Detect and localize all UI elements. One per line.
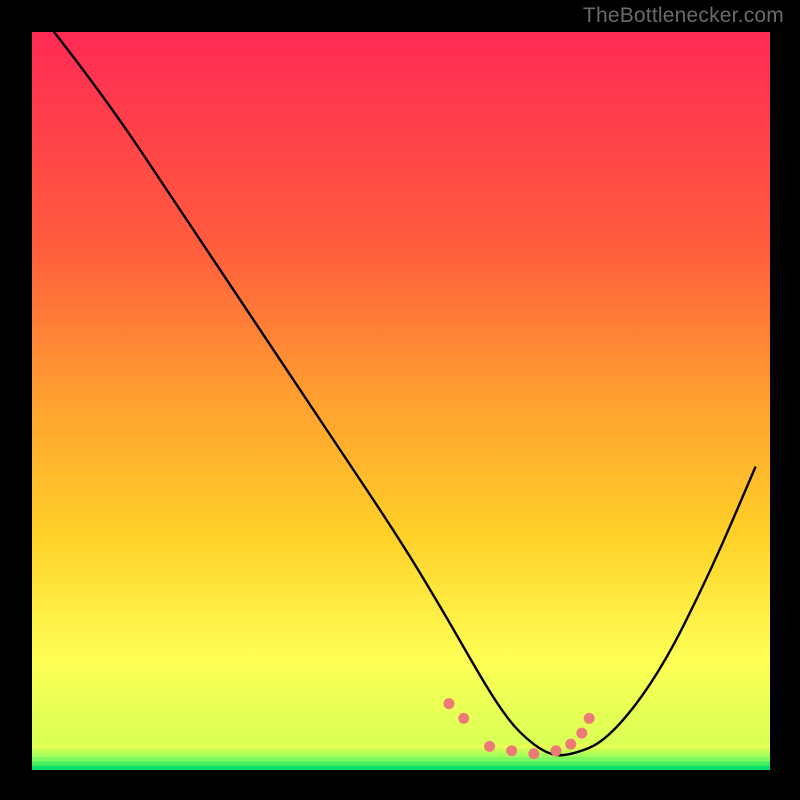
valley-marker [550,745,561,756]
valley-marker [443,698,454,709]
valley-marker [506,745,517,756]
valley-marker [576,728,587,739]
valley-marker [458,713,469,724]
plot-svg [32,32,770,770]
chart-frame: TheBottlenecker.com [0,0,800,800]
bottleneck-curve-plot [32,32,770,770]
watermark-label: TheBottlenecker.com [583,4,784,28]
valley-marker [565,739,576,750]
valley-marker [484,741,495,752]
valley-marker [584,713,595,724]
valley-marker [528,748,539,759]
